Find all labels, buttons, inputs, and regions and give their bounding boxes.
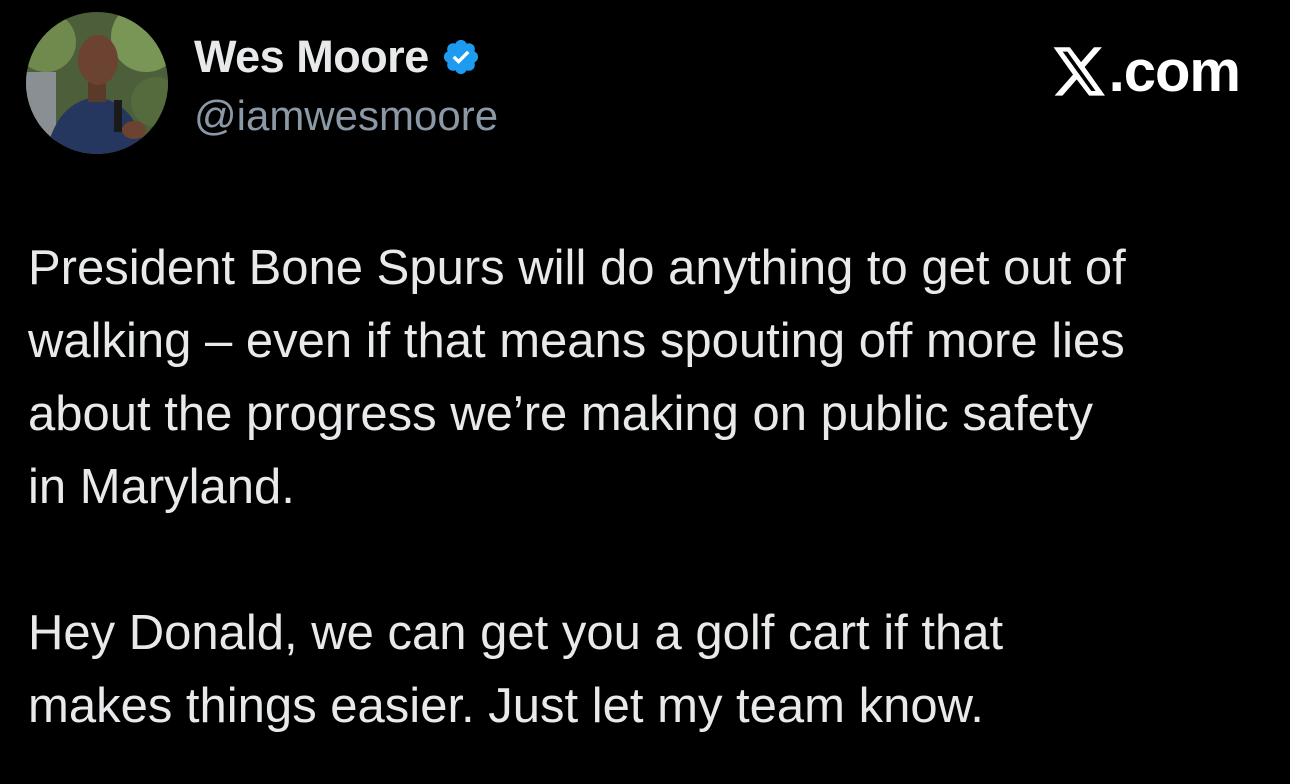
verified-badge-icon: [441, 37, 481, 77]
avatar[interactable]: [26, 12, 168, 154]
brand-domain: .com: [1108, 39, 1241, 104]
avatar-photo: [26, 12, 168, 154]
x-logo-icon: [1053, 46, 1107, 97]
author-identity: Wes Moore @iamwesmoore: [194, 31, 498, 140]
name-row: Wes Moore: [194, 31, 498, 83]
tweet-paragraph: President Bone Spurs will do anything to…: [28, 241, 1126, 514]
brand-watermark: .com: [1053, 38, 1241, 105]
tweet-header: Wes Moore @iamwesmoore .com: [26, 12, 1264, 157]
display-name[interactable]: Wes Moore: [194, 31, 429, 83]
author-handle[interactable]: @iamwesmoore: [194, 92, 498, 140]
tweet-paragraph: Hey Donald, we can get you a golf cart i…: [28, 606, 1004, 733]
tweet-text: President Bone Spurs will do anything to…: [28, 232, 1268, 743]
